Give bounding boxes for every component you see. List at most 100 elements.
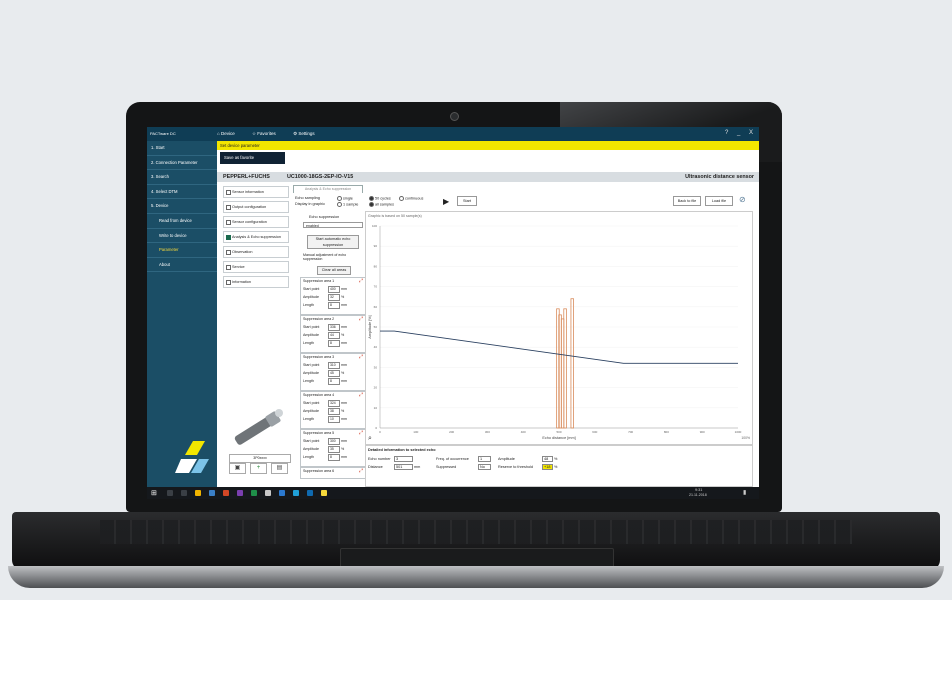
start-value[interactable]: 336 (328, 324, 340, 331)
sidebar-item-5[interactable]: Read from device (147, 214, 217, 229)
print-icon[interactable]: ▣ (229, 463, 246, 474)
sidebar-item-8[interactable]: About (147, 258, 217, 273)
start-value[interactable]: 400 (328, 286, 340, 293)
sidebar-item-3[interactable]: 4. Select DTM (147, 185, 217, 200)
x-tick-label: 700 (628, 430, 633, 434)
menu-item-4[interactable]: Observation (223, 246, 289, 258)
edge-icon[interactable] (293, 490, 299, 496)
x-tick-label: 100 (413, 430, 418, 434)
sidebar: 1. Start 2. Connection Parameter 3. Search… (147, 141, 217, 494)
app-icon[interactable] (237, 490, 243, 496)
menu-item-0[interactable]: Sensor information (223, 186, 289, 198)
office-icon[interactable] (223, 490, 229, 496)
sidebar-item-7[interactable]: Parameter (147, 243, 217, 258)
length-value[interactable]: 8 (328, 454, 340, 461)
add-icon[interactable]: + (250, 463, 267, 474)
task-view-icon[interactable] (181, 490, 187, 496)
menu-item-6[interactable]: Information (223, 276, 289, 288)
radio-single[interactable]: single (337, 196, 353, 201)
suppression-select[interactable]: enabled (303, 222, 363, 228)
x-tick-label: 600 (592, 430, 597, 434)
nav-device[interactable]: ⌂ Device (217, 131, 243, 136)
start-value[interactable]: 300 (328, 438, 340, 445)
notifications-icon[interactable]: ▮ (743, 489, 746, 496)
radio-cycles[interactable]: 50 cycles (369, 196, 391, 201)
length-value[interactable]: 10 (328, 416, 340, 423)
pactware-taskbar-icon[interactable] (321, 490, 327, 496)
sidebar-item-1[interactable]: 2. Connection Parameter (147, 156, 217, 171)
nav-favorites[interactable]: ☆ Favorites (252, 131, 284, 136)
save-icon[interactable]: ▤ (271, 463, 288, 474)
nav-settings[interactable]: ⚙ Settings (293, 131, 323, 136)
radio-continuous[interactable]: continuous (399, 196, 423, 201)
length-unit: mm (341, 417, 347, 421)
auto-suppression-button[interactable]: Start automatic echo suppression (307, 235, 359, 249)
clear-areas-button[interactable]: Clear all areas (317, 266, 351, 275)
amplitude-value[interactable]: 35 (328, 446, 340, 453)
keyboard (100, 520, 852, 544)
expand-area-icon[interactable]: ⤢ (359, 278, 363, 284)
start-button[interactable]: Start (457, 196, 477, 206)
browser-icon[interactable] (251, 490, 257, 496)
menu-item-5[interactable]: Service (223, 261, 289, 273)
close-button[interactable]: X (749, 130, 753, 136)
expand-area-icon[interactable]: ⤢ (359, 392, 363, 398)
help-button[interactable]: ? (725, 130, 728, 136)
sidebar-item-6[interactable]: Write to device (147, 229, 217, 244)
start-unit: mm (341, 325, 347, 329)
sidebar-item-2[interactable]: 3. Search (147, 170, 217, 185)
length-value[interactable]: 8 (328, 302, 340, 309)
echo-bar[interactable] (563, 308, 567, 429)
radio-one-sample[interactable]: 1 sample (337, 202, 358, 207)
x-axis-label: Echo distance [mm] (542, 436, 575, 440)
minimize-button[interactable]: _ (737, 130, 740, 136)
load-file-button[interactable]: Load file (705, 196, 733, 206)
suppression-area-6: Suppression area 6 ⤢ (300, 467, 366, 479)
browser2-icon[interactable] (265, 490, 271, 496)
store-icon[interactable] (307, 490, 313, 496)
ie-icon[interactable] (279, 490, 285, 496)
length-label: Length (303, 303, 314, 307)
amplitude-value[interactable]: 32 (328, 294, 340, 301)
amplitude-value[interactable]: 45 (328, 370, 340, 377)
area-title: Suppression area 3 (303, 355, 335, 359)
area-title: Suppression area 4 (303, 393, 335, 397)
device-buttons: ▣ + ▤ (229, 463, 292, 474)
echo-bar[interactable] (570, 298, 574, 429)
tab-analysis[interactable]: Analysis & Echo suppression (293, 185, 363, 193)
search-icon[interactable] (167, 490, 173, 496)
y-tick-label: 50 (374, 325, 378, 329)
amplitude-value[interactable]: 44 (328, 332, 340, 339)
expand-area-icon[interactable]: ⤢ (359, 430, 363, 436)
y-tick-label: 0 (375, 426, 377, 430)
back-to-file-button[interactable]: Back to file (673, 196, 701, 206)
pactware-logo-icon (175, 441, 209, 473)
length-value[interactable]: 8 (328, 340, 340, 347)
start-value[interactable]: 310 (328, 362, 340, 369)
play-icon[interactable]: ▶ (443, 197, 449, 206)
start-value[interactable]: 324 (328, 400, 340, 407)
menu-item-2[interactable]: Sensor configuration (223, 216, 289, 228)
banner: Set device parameter (217, 141, 759, 150)
reserve-unit: % (554, 465, 558, 469)
sidebar-item-0[interactable]: 1. Start (147, 141, 217, 156)
help-icon[interactable]: ⊘ (739, 195, 746, 204)
explorer-icon[interactable] (195, 490, 201, 496)
radio-all-samples[interactable]: all samples (369, 202, 394, 207)
sidebar-item-4[interactable]: 5. Device (147, 199, 217, 214)
windows-start-icon[interactable]: ⊞ (151, 489, 157, 497)
length-value[interactable]: 8 (328, 378, 340, 385)
menu-item-3[interactable]: Analysis & Echo suppression (223, 231, 289, 243)
save-favorite-button[interactable]: Save as favorite (220, 152, 285, 164)
zoom-icon[interactable]: ⌕ (368, 435, 372, 442)
suppressed-label: Suppressed (436, 465, 457, 469)
expand-area-icon[interactable]: ⤢ (359, 354, 363, 360)
amplitude-value[interactable]: 38 (328, 408, 340, 415)
zoom-level: 100% (741, 436, 750, 440)
mail-icon[interactable] (209, 490, 215, 496)
start-label: Start point (303, 325, 320, 329)
close-area-icon[interactable]: ⤢ (359, 468, 363, 474)
menu-item-1[interactable]: Output configuration (223, 201, 289, 213)
x-tick-label: 0 (379, 430, 381, 434)
expand-area-icon[interactable]: ⤢ (359, 316, 363, 322)
